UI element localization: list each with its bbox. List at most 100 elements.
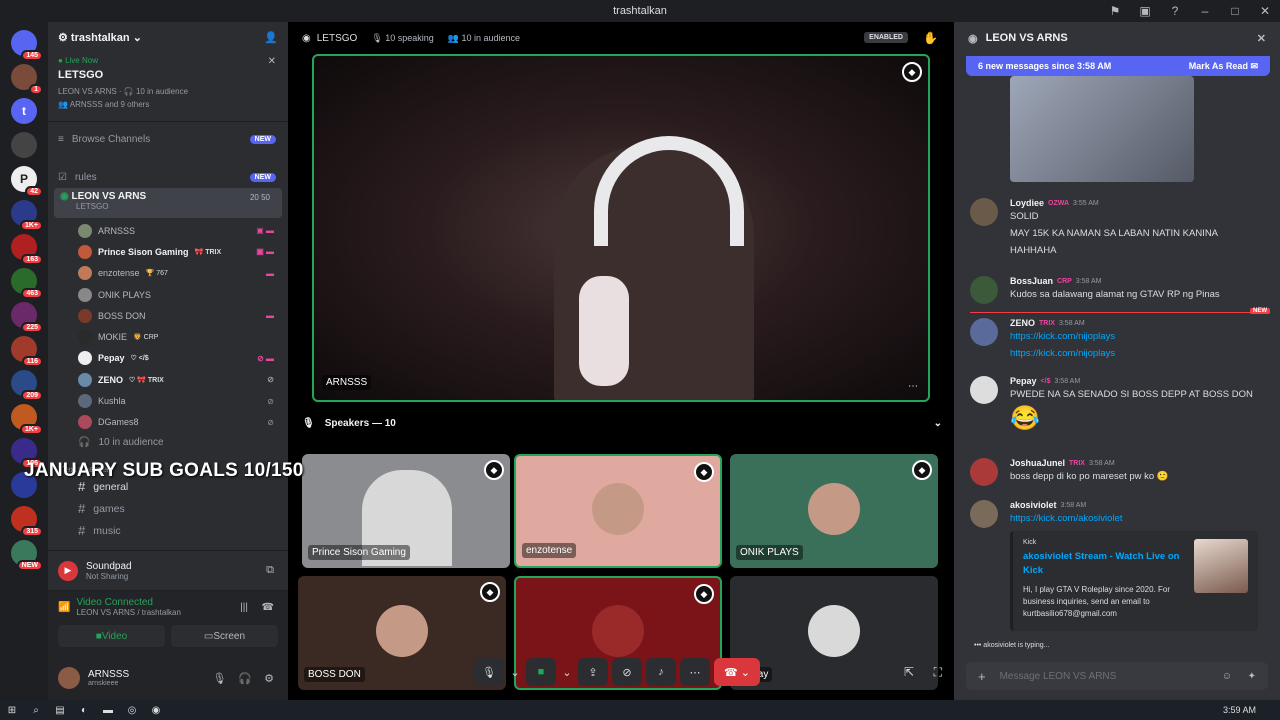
chat-message[interactable]: JoshuaJunel TRIX 3:58 AM boss depp di ko po…	[970, 458, 1270, 486]
activity-button[interactable]: ⊘	[612, 658, 642, 686]
pin-icon[interactable]: ◆	[902, 62, 922, 82]
mic-options[interactable]: ⌄	[508, 658, 522, 686]
speaker-tile[interactable]: ◆ enzotense	[514, 454, 722, 568]
headset-icon[interactable]: 🎧	[238, 672, 252, 685]
monitor-icon[interactable]: ▣	[1130, 4, 1160, 18]
chat-message[interactable]: BossJuan CRP 3:58 AM Kudos sa dalawang alam…	[970, 276, 1270, 304]
server-icon[interactable]: 116	[11, 336, 43, 367]
disconnect-icon[interactable]: ☎	[262, 602, 274, 613]
voice-member[interactable]: enzotense 🏆 767 ▬	[48, 263, 288, 284]
voice-member[interactable]: Kushla ⊘	[48, 390, 288, 411]
camera-button[interactable]: ■	[526, 658, 556, 686]
close-icon[interactable]: ✕	[268, 56, 276, 67]
server-icon[interactable]: 163	[11, 234, 43, 265]
embed-title[interactable]: akosiviolet Stream - Watch Live on Kick	[1023, 550, 1193, 578]
server-header[interactable]: ⚙ trashtalkan ⌄ 👤	[48, 22, 288, 52]
voice-member[interactable]: Pepay ♡ </$ ⊘ ▬	[48, 348, 288, 369]
server-icon[interactable]	[11, 132, 37, 158]
embed-thumbnail[interactable]	[1194, 539, 1248, 593]
discord-icon[interactable]: ◉	[144, 705, 168, 716]
server-icon[interactable]: 145	[11, 30, 43, 61]
message-input[interactable]: + Message LEON VS ARNS ☺ ✦	[966, 662, 1268, 690]
server-icon[interactable]: 225	[11, 302, 43, 333]
chat-message[interactable]: Loydiee OZWA 3:55 AM SOLID MAY 15K KA NAMAN …	[970, 198, 1270, 259]
pin-icon[interactable]: ◆	[480, 582, 500, 602]
audience-row[interactable]: 🎧 10 in audience	[48, 433, 288, 453]
folder-icon[interactable]: ▬	[96, 705, 120, 716]
pin-icon[interactable]: ◆	[912, 460, 932, 480]
taskview-icon[interactable]: ▤	[48, 705, 72, 716]
server-icon[interactable]: 1	[11, 64, 43, 95]
message-link[interactable]: https://kick.com/nijoplays	[1010, 328, 1270, 345]
voice-member[interactable]: Prince Sison Gaming 🎀 TRIX ▣ ▬	[48, 241, 288, 262]
chrome-icon[interactable]: ◎	[120, 705, 144, 716]
mic-button[interactable]: 🎙	[474, 658, 504, 686]
search-icon[interactable]: ⌕	[24, 705, 48, 716]
voice-member[interactable]: ONIK PLAYS	[48, 284, 288, 305]
emoji-icon[interactable]: ☺	[1222, 671, 1232, 682]
voice-member[interactable]: ZENO ♡ 🎀 TRIX ⊘	[48, 369, 288, 390]
add-member-icon[interactable]: 👤	[264, 31, 278, 44]
raise-hand-icon[interactable]: ✋	[923, 31, 938, 45]
pin-icon[interactable]: ◆	[484, 460, 504, 480]
minimize-button[interactable]: –	[1190, 4, 1220, 18]
leave-call-button[interactable]: ☎ ⌄	[714, 658, 760, 686]
noise-icon[interactable]: |||	[240, 602, 248, 613]
browser-icon[interactable]: ◐	[72, 705, 96, 716]
speakers-header[interactable]: 🎙 Speakers — 10 ⌄	[302, 418, 942, 429]
fullscreen-icon[interactable]: ⛶	[934, 665, 942, 680]
voice-member[interactable]: DGames8 ⊘	[48, 412, 288, 433]
server-icon[interactable]: 209	[11, 370, 43, 401]
more-button[interactable]: ⋯	[680, 658, 710, 686]
new-messages-bar[interactable]: 6 new messages since 3:58 AM Mark As Rea…	[966, 56, 1270, 76]
avatar[interactable]	[58, 667, 80, 689]
apps-icon[interactable]: ✦	[1248, 671, 1256, 682]
mark-read-button[interactable]: Mark As Read ✉	[1189, 61, 1258, 72]
pin-icon[interactable]: ◆	[694, 462, 714, 482]
screen-button[interactable]: ▭ Screen	[171, 625, 278, 647]
screenshare-button[interactable]: ⇪	[578, 658, 608, 686]
gear-icon[interactable]: ⚙	[264, 672, 274, 685]
speaker-tile[interactable]: ◆ Prince Sison Gaming	[302, 454, 510, 568]
message-link[interactable]: https://kick.com/akosiviolet	[1010, 510, 1270, 527]
close-button[interactable]: ✕	[1250, 4, 1280, 18]
video-button[interactable]: ■ Video	[58, 625, 165, 647]
chat-message[interactable]: Pepay </$ 3:58 AM PWEDE NA SA SENADO SI BOS…	[970, 376, 1270, 435]
maximize-button[interactable]: □	[1220, 4, 1250, 18]
speaker-tile[interactable]: ◆ ONIK PLAYS	[730, 454, 938, 568]
live-event-card[interactable]: ● Live Now LETSGO LEON VS ARNS · 🎧 10 in…	[48, 52, 288, 122]
inbox-icon[interactable]: ⚑	[1100, 4, 1130, 18]
server-icon[interactable]: P 42	[11, 166, 43, 197]
soundboard-button[interactable]: ♪	[646, 658, 676, 686]
help-icon[interactable]: ?	[1160, 4, 1190, 18]
server-icon[interactable]: 1K+	[11, 200, 43, 231]
voice-channel-selected[interactable]: ◉ LEON VS ARNS LETSGO 20 50	[54, 188, 282, 218]
channel-rules[interactable]: ☑ rules NEW	[48, 166, 288, 188]
server-icon[interactable]: t	[11, 98, 37, 124]
chat-message[interactable]: ZENO TRIX 3:58 AM https://kick.com/nijoplay…	[970, 318, 1270, 362]
text-channel[interactable]: # games	[48, 498, 288, 520]
browse-channels[interactable]: ≡ Browse Channels NEW	[48, 128, 288, 150]
close-icon[interactable]: ✕	[1257, 32, 1266, 45]
voice-member[interactable]: MOKIE 🦁 CRP	[48, 326, 288, 347]
plus-icon[interactable]: +	[978, 669, 986, 684]
text-channel[interactable]: # music	[48, 520, 288, 542]
mic-icon[interactable]: 🎙	[212, 672, 226, 685]
featured-stream[interactable]: ◆ ARNSSS ⋯	[312, 54, 930, 402]
voice-member[interactable]: BOSS DON ▬	[48, 305, 288, 326]
server-icon[interactable]: 315	[11, 506, 43, 537]
link-embed[interactable]: Kick akosiviolet Stream - Watch Live on K…	[1010, 531, 1258, 631]
image-attachment[interactable]	[1010, 76, 1194, 182]
chat-message[interactable]: akosiviolet 3:58 AM https://kick.com/akosi…	[970, 500, 1270, 631]
camera-options[interactable]: ⌄	[560, 658, 574, 686]
popout-icon[interactable]: ⇱	[904, 665, 914, 679]
server-icon[interactable]: 463	[11, 268, 43, 299]
soundpad-panel[interactable]: ▶ Soundpad Not Sharing ⧉	[48, 550, 288, 590]
server-icon[interactable]: 1K+	[11, 404, 43, 435]
start-icon[interactable]: ⊞	[0, 705, 24, 716]
share-icon[interactable]: ⧉	[266, 564, 274, 577]
message-link[interactable]: https://kick.com/nijoplays	[1010, 345, 1270, 362]
server-icon[interactable]: NEW	[11, 540, 43, 571]
voice-member[interactable]: ARNSSS ▣ ▬	[48, 220, 288, 241]
more-icon[interactable]: ⋯	[908, 381, 918, 392]
